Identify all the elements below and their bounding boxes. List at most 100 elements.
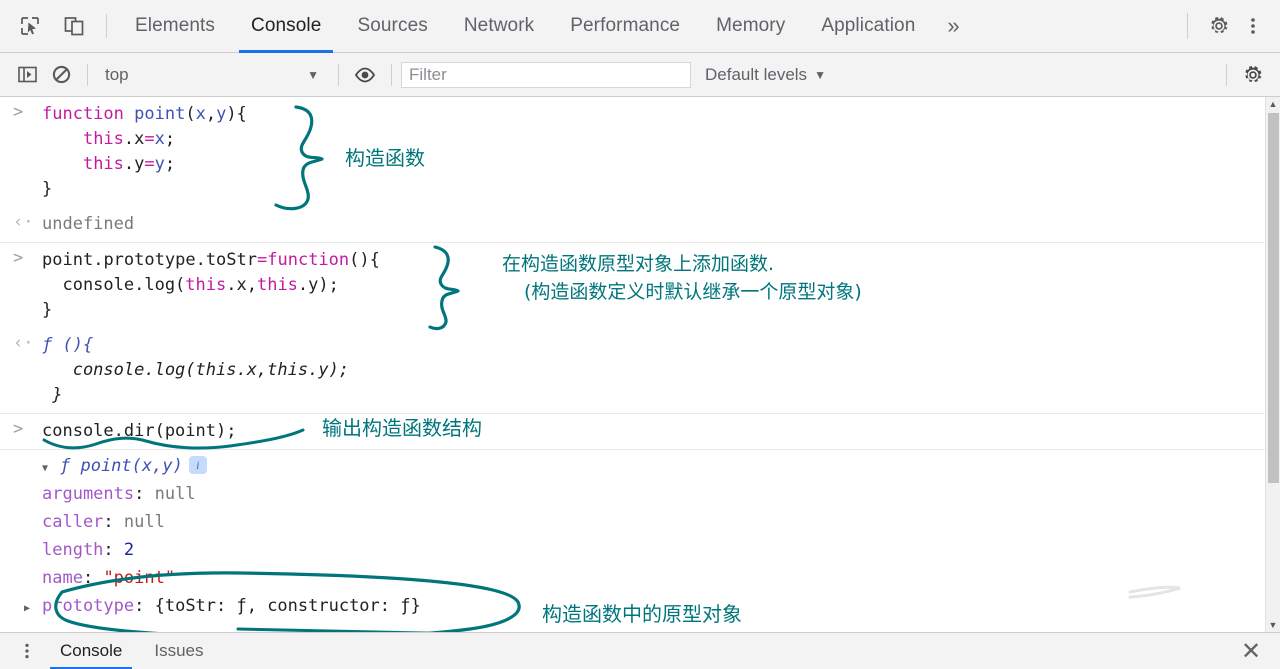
token: } [42,179,53,199]
chevron-down-icon: ▼ [814,67,826,82]
toolbar-divider [338,63,339,86]
token: point [134,104,186,124]
token: ( [185,104,196,124]
clear-console-icon[interactable] [44,58,78,92]
tab-network[interactable]: Network [446,0,552,53]
tab-sources[interactable]: Sources [339,0,445,53]
expand-triangle-icon[interactable]: ▶ [24,595,42,623]
console-scrollbar[interactable]: ▲ ▼ [1265,97,1280,632]
token: . [93,250,104,270]
filter-input[interactable] [401,61,691,88]
gear-icon[interactable] [1202,9,1236,43]
property-value: null [123,512,165,532]
show-console-sidebar-icon[interactable] [10,58,44,92]
scroll-up-arrow-icon[interactable]: ▲ [1266,97,1280,111]
drawer-tab-label: Issues [154,641,204,660]
console-message-input[interactable]: > function point(x,y){ this.x=x; this.y=… [0,97,1280,207]
token: . [195,250,206,270]
result-line: ƒ (){ [42,335,94,355]
tab-label: Performance [570,15,681,36]
chevron-down-icon: ▼ [307,67,319,82]
tab-bar-actions [1173,0,1280,53]
devtools-window: Elements Console Sources Network Perform… [0,0,1280,669]
token: this [256,275,298,295]
device-toolbar-icon[interactable] [56,8,92,44]
tab-console[interactable]: Console [233,0,339,53]
token: function [42,104,135,124]
token: x [154,129,165,149]
token: = [257,250,268,270]
result-line: } [42,385,63,405]
log-level-selector[interactable]: Default levels ▼ [705,65,826,85]
tab-label: Application [821,15,916,36]
drawer-more-options-icon[interactable] [10,634,44,668]
tab-label: Sources [357,15,428,36]
tab-label: Memory [716,15,786,36]
live-expression-icon[interactable] [348,58,382,92]
inspect-element-icon[interactable] [12,8,48,44]
property-value: null [154,484,196,504]
token: = [144,154,155,174]
execution-context-selector[interactable]: top ▼ [97,60,329,90]
token: prototype [103,250,196,270]
tab-memory[interactable]: Memory [698,0,803,53]
scroll-down-arrow-icon[interactable]: ▼ [1266,618,1280,632]
property-row[interactable]: name: "point" [0,564,1280,592]
property-value: 2 [123,540,135,560]
toolbar-divider [1187,13,1188,39]
console-settings-gear-icon[interactable] [1236,58,1270,92]
property-name: prototype [42,596,135,616]
console-output[interactable]: > function point(x,y){ this.x=x; this.y=… [0,97,1280,632]
drawer-tab-issues[interactable]: Issues [138,633,219,669]
expand-triangle-icon[interactable]: ▼ [42,463,60,474]
token: function [267,250,350,270]
property-row[interactable]: caller: null [0,508,1280,536]
toolbar-divider [1226,63,1227,86]
token: console.log( [42,275,186,295]
more-options-icon[interactable] [1236,9,1270,43]
property-separator: : [134,596,155,616]
property-separator: : [103,512,124,532]
token: toStr [205,250,257,270]
toolbar-divider [87,63,88,86]
scrollbar-thumb[interactable] [1268,113,1279,483]
property-row[interactable]: length: 2 [0,536,1280,564]
filter-toolbar-actions [1217,58,1280,92]
close-icon[interactable]: ✕ [1236,636,1266,666]
token: } [42,300,53,320]
property-row[interactable]: arguments: null [0,480,1280,508]
tab-application[interactable]: Application [803,0,933,53]
console-input-code: console.dir(point); [42,421,237,441]
console-message-result[interactable]: ‹· undefined [0,207,1280,243]
drawer-tab-label: Console [60,641,123,660]
drawer-tab-bar: Console Issues ✕ [0,632,1280,669]
token: ){ [226,104,247,124]
token: , [205,104,217,124]
prompt-glyph: > [13,419,24,439]
property-name: length [42,540,104,560]
anno-add-to-prototype-label-line1: 在构造函数原型对象上添加函数. [502,253,775,275]
tab-elements[interactable]: Elements [117,0,233,53]
token: y [216,104,227,124]
toolbar-divider [391,63,392,86]
property-name: arguments [42,484,135,504]
more-tabs-icon[interactable]: » [933,0,973,53]
token: point [42,250,94,270]
token: .x, [226,275,257,295]
info-badge-icon[interactable]: i [188,456,207,474]
token: this [82,129,124,149]
token: = [144,129,155,149]
token: .y); [297,275,339,295]
drawer-tab-console[interactable]: Console [44,633,138,669]
tab-performance[interactable]: Performance [552,0,698,53]
anno-constructor-label: 构造函数 [345,146,425,170]
token: . [123,129,135,149]
console-message-input[interactable]: > console.dir(point); [0,414,1280,450]
prompt-glyph: > [13,102,24,122]
anno-output-structure-label: 输出构造函数结构 [322,416,482,440]
console-message-result[interactable]: ‹· ƒ (){ console.log(this.x,this.y); } [0,328,1280,414]
property-name: caller [42,512,104,532]
property-separator: : [82,568,104,588]
panel-tabs: Elements Console Sources Network Perform… [117,0,974,53]
